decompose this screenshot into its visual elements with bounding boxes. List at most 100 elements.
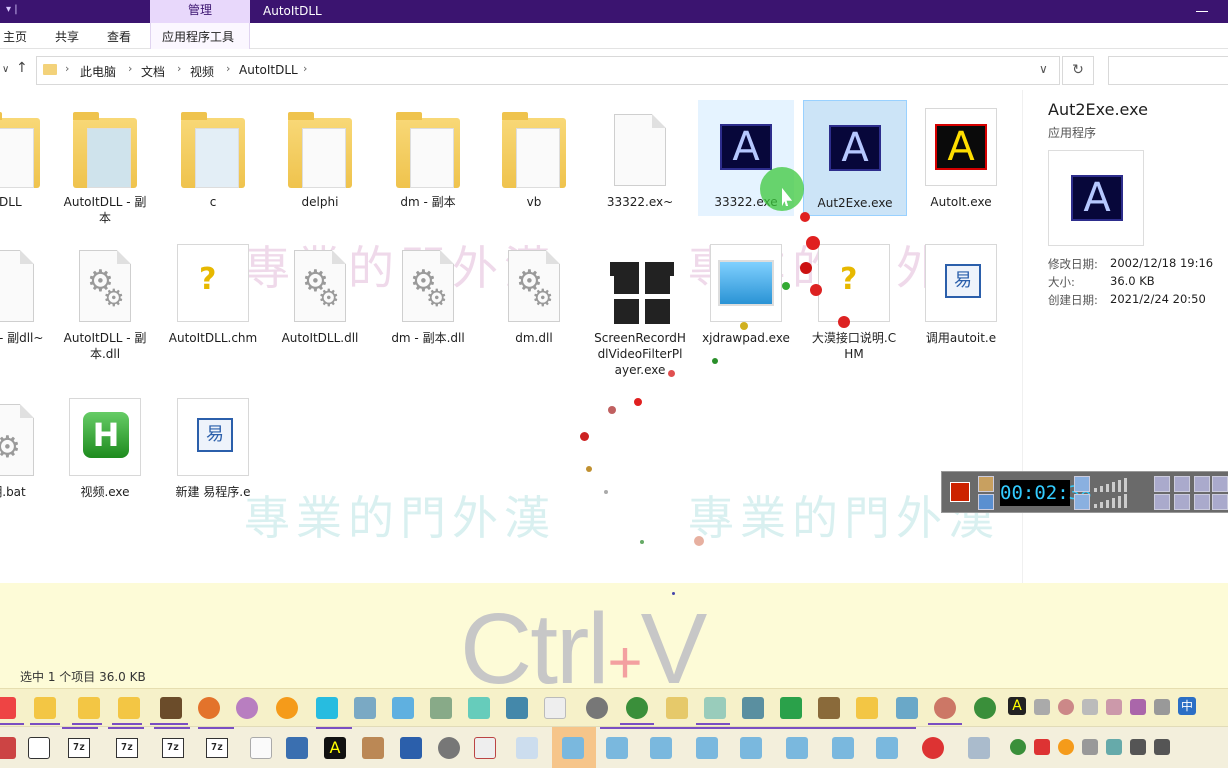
refresh-button[interactable]: ↻ xyxy=(1062,56,1094,85)
tray-icon[interactable] xyxy=(1034,699,1050,715)
tray-icon[interactable] xyxy=(1106,699,1122,715)
document-icon[interactable] xyxy=(544,697,566,719)
tray-icon[interactable] xyxy=(1106,739,1122,755)
file-item[interactable]: ? 大漠接口说明.CHM xyxy=(806,236,902,362)
folder-icon[interactable] xyxy=(78,697,100,719)
explorer-icon[interactable] xyxy=(786,737,808,759)
window-icon[interactable] xyxy=(1194,494,1210,510)
app-icon[interactable] xyxy=(430,697,452,719)
app-icon[interactable] xyxy=(286,737,308,759)
7zip-icon[interactable]: 7z xyxy=(162,738,184,758)
search-input[interactable] xyxy=(1108,56,1228,85)
file-item[interactable]: ScreenRecordHdlVideoFilterPlayer.exe xyxy=(592,236,688,378)
breadcrumb-documents[interactable]: 文档 xyxy=(141,63,165,80)
pause-icon[interactable] xyxy=(978,494,994,510)
monitor-icon[interactable] xyxy=(1212,494,1228,510)
breadcrumb-this-pc[interactable]: 此电脑 xyxy=(80,63,116,80)
explorer-icon[interactable] xyxy=(562,737,584,759)
app-icon[interactable] xyxy=(968,737,990,759)
file-item[interactable]: 易 新建 易程序.e xyxy=(165,390,261,500)
file-item[interactable]: ? AutoItDLL.chm xyxy=(165,236,261,346)
app-icon[interactable] xyxy=(474,737,496,759)
file-item[interactable]: DLL - 副dll~ xyxy=(0,236,56,346)
music-icon[interactable] xyxy=(666,697,688,719)
chevron-right-icon[interactable]: › xyxy=(226,62,230,75)
folder-icon[interactable] xyxy=(1174,476,1190,492)
globe-icon[interactable] xyxy=(974,697,996,719)
up-arrow-icon[interactable]: ↑ xyxy=(16,60,28,76)
microphone-icon[interactable] xyxy=(1074,494,1090,510)
chart-icon[interactable] xyxy=(516,737,538,759)
file-item[interactable]: ⚙ 明.bat xyxy=(0,390,56,500)
explorer-icon[interactable] xyxy=(740,737,762,759)
calendar-icon[interactable] xyxy=(28,737,50,759)
tab-view[interactable]: 查看 xyxy=(107,28,131,45)
7zip-icon[interactable]: 7z xyxy=(116,738,138,758)
app-icon[interactable] xyxy=(0,737,16,759)
chevron-right-icon[interactable]: › xyxy=(177,62,181,75)
recent-locations-icon[interactable]: ∨ xyxy=(2,64,9,75)
chevron-right-icon[interactable]: › xyxy=(303,62,307,75)
speaker-icon[interactable] xyxy=(1074,476,1090,492)
file-item[interactable]: A AutoIt.exe xyxy=(913,100,1009,210)
settings-icon[interactable] xyxy=(1194,476,1210,492)
expand-icon[interactable] xyxy=(1212,476,1228,492)
tray-icon[interactable] xyxy=(1154,699,1170,715)
record-stop-button[interactable] xyxy=(950,482,970,502)
webcam-icon[interactable] xyxy=(1154,476,1170,492)
quick-access-chevron-icon[interactable]: ▾ | xyxy=(6,4,18,15)
tab-app-tools[interactable]: 应用程序工具 xyxy=(162,28,234,45)
file-item[interactable]: xjdrawpad.exe xyxy=(698,236,794,346)
tray-icon[interactable] xyxy=(1058,699,1074,715)
autoit-icon[interactable]: A xyxy=(324,737,346,759)
chevron-right-icon[interactable]: › xyxy=(128,62,132,75)
file-item[interactable]: ⚙ ⚙ AutoItDLL - 副本.dll xyxy=(57,236,153,362)
file-item[interactable]: ⚙ ⚙ AutoItDLL.dll xyxy=(272,236,368,346)
bilibili-icon[interactable] xyxy=(316,697,338,719)
file-item[interactable]: c xyxy=(165,100,261,210)
record-icon[interactable] xyxy=(922,737,944,759)
film-icon[interactable] xyxy=(160,697,182,719)
file-item[interactable]: AutoItDLL - 副本 xyxy=(57,100,153,226)
database-icon[interactable] xyxy=(506,697,528,719)
app-icon[interactable] xyxy=(468,697,490,719)
tray-icon[interactable] xyxy=(1082,699,1098,715)
explorer-icon[interactable] xyxy=(876,737,898,759)
file-item[interactable]: ⚙ ⚙ dm - 副本.dll xyxy=(380,236,476,346)
volume-meter[interactable] xyxy=(1092,478,1144,508)
chevron-right-icon[interactable]: › xyxy=(65,62,69,75)
explorer-icon[interactable] xyxy=(696,737,718,759)
app-icon[interactable] xyxy=(742,697,764,719)
network-icon[interactable] xyxy=(1130,739,1146,755)
folder-icon[interactable] xyxy=(856,697,878,719)
context-tab-header[interactable]: 管理 xyxy=(150,0,250,23)
file-item[interactable]: tDLL xyxy=(0,100,56,210)
volume-icon[interactable] xyxy=(1154,739,1170,755)
folder-icon[interactable] xyxy=(118,697,140,719)
tab-home[interactable]: 主页 xyxy=(3,28,27,45)
tray-icon[interactable] xyxy=(1034,739,1050,755)
app-icon[interactable] xyxy=(362,737,384,759)
address-bar[interactable]: › 此电脑 › 文档 › 视频 › AutoItDLL › ∨ xyxy=(36,56,1060,85)
media-player-icon[interactable] xyxy=(198,697,220,719)
tray-icon[interactable] xyxy=(1082,739,1098,755)
globe-icon[interactable] xyxy=(626,697,648,719)
chevron-down-icon[interactable]: ∨ xyxy=(1039,62,1048,76)
e-language-icon[interactable] xyxy=(354,697,376,719)
search-icon[interactable] xyxy=(1058,739,1074,755)
region-icon[interactable] xyxy=(1154,494,1170,510)
breadcrumb-videos[interactable]: 视频 xyxy=(190,63,214,80)
file-item[interactable]: 易 调用autoit.e xyxy=(913,236,1009,346)
timer-icon[interactable] xyxy=(978,476,994,492)
archive-icon[interactable] xyxy=(818,697,840,719)
breadcrumb-autoitdll[interactable]: AutoItDLL xyxy=(239,63,298,77)
file-item[interactable]: dm - 副本 xyxy=(380,100,476,210)
folder-icon[interactable] xyxy=(34,697,56,719)
minimize-icon[interactable] xyxy=(1196,11,1208,12)
file-item[interactable]: 33322.ex~ xyxy=(592,100,688,210)
app-icon[interactable] xyxy=(438,737,460,759)
tray-icon[interactable] xyxy=(1010,739,1026,755)
7zip-icon[interactable]: 7z xyxy=(206,738,228,758)
app-icon[interactable] xyxy=(896,697,918,719)
atom-icon[interactable] xyxy=(236,697,258,719)
